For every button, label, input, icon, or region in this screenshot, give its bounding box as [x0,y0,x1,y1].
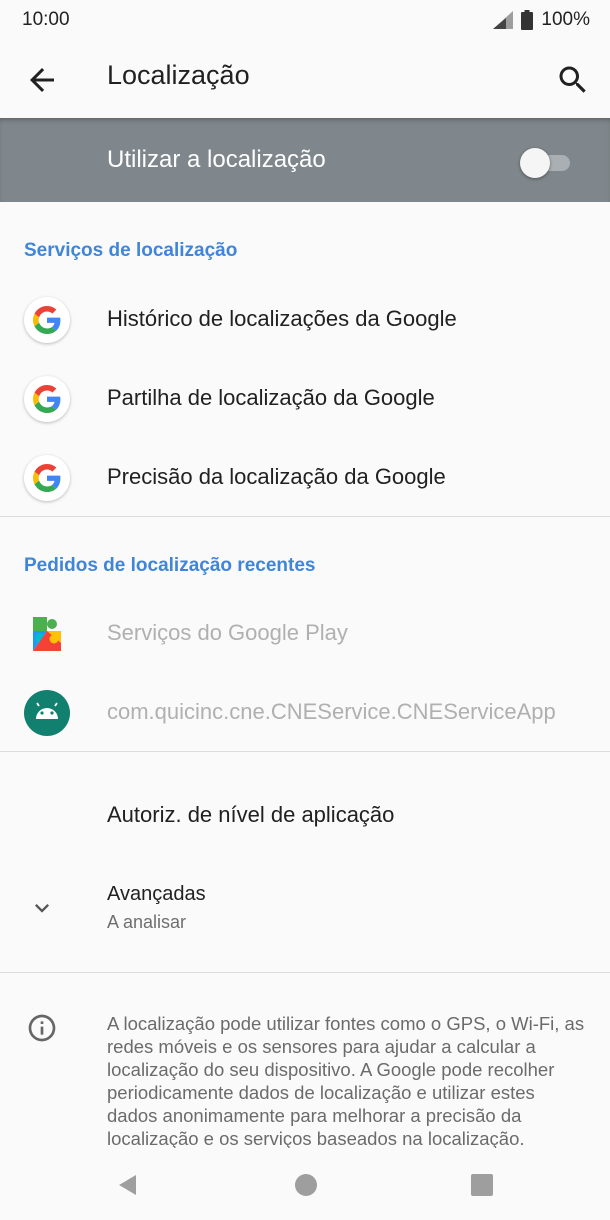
google-icon [24,376,70,422]
item-label: Precisão da localização da Google [107,464,446,489]
item-label: Histórico de localizações da Google [107,306,457,331]
chevron-down-icon [35,904,49,913]
navigation-bar [0,1148,610,1220]
item-label: com.quicinc.cne.CNEService.CNEServiceApp [107,699,556,724]
advanced-subtitle: A analisar [107,912,187,932]
status-bar: 10:00 100% [0,0,610,40]
use-location-label: Utilizar a localização [107,146,326,173]
nav-back-icon[interactable] [116,1173,140,1197]
location-info-text: A localização pode utilizar fontes como … [107,1013,585,1148]
recent-requests-header: Pedidos de localização recentes [24,555,316,576]
item-label: Partilha de localização da Google [107,385,435,410]
location-services-header: Serviços de localização [24,240,238,261]
google-icon [24,297,70,343]
nav-home-icon[interactable] [295,1174,317,1196]
nav-recents-icon[interactable] [471,1174,493,1196]
item-label: Serviços do Google Play [107,620,348,645]
android-icon [24,690,70,736]
battery-level: 100% [541,9,590,30]
back-arrow-icon[interactable] [24,62,60,98]
advanced-title: Avançadas [107,883,206,905]
google-location-sharing-item[interactable]: Partilha de localização da Google [0,359,610,437]
signal-icon [493,11,514,29]
info-icon [28,1014,56,1042]
google-location-history-item[interactable]: Histórico de localizações da Google [0,280,610,358]
search-icon[interactable] [555,62,591,98]
status-icons: 100% [493,9,590,31]
divider [0,972,610,973]
app-bar: Localização [0,40,610,118]
google-location-accuracy-item[interactable]: Precisão da localização da Google [0,438,610,516]
toggle-thumb [520,148,550,178]
use-location-switch-bar[interactable]: Utilizar a localização [0,118,610,202]
divider [0,516,610,517]
status-time: 10:00 [22,9,70,30]
google-play-services-item[interactable]: Serviços do Google Play [0,594,610,672]
advanced-item[interactable] [0,862,610,952]
page-title: Localização [107,60,250,90]
divider [0,751,610,752]
cne-service-app-item[interactable]: com.quicinc.cne.CNEService.CNEServiceApp [0,673,610,751]
use-location-toggle[interactable] [520,148,572,178]
google-play-services-icon [24,611,70,657]
app-level-permissions-item[interactable]: Autoriz. de nível de aplicação [0,776,610,854]
item-label: Autoriz. de nível de aplicação [107,802,395,827]
google-icon [24,455,70,501]
battery-icon [521,10,534,30]
